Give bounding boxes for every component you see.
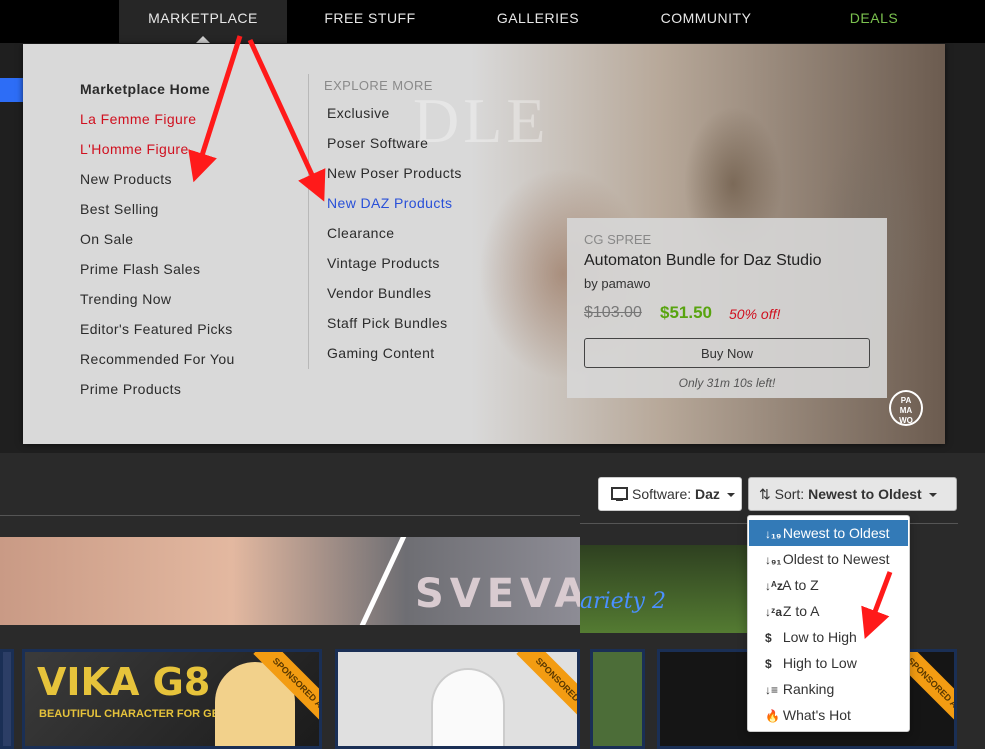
buy-now-button[interactable]: Buy Now (584, 338, 870, 368)
nav-deals-label: DEALS (849, 10, 899, 26)
sort-option-label: Oldest to Newest (782, 551, 890, 567)
menu-link-on-sale[interactable]: On Sale (80, 224, 235, 254)
menu-link-new-daz-products[interactable]: New DAZ Products (327, 188, 462, 218)
vendor-logo: PA MA WO (889, 390, 923, 426)
sort-alpha-asc-icon: ↓ᴬz (765, 579, 783, 593)
monitor-icon (611, 487, 628, 501)
menu-link-marketplace-home[interactable]: Marketplace Home (80, 74, 235, 104)
fire-icon: 🔥 (765, 709, 780, 723)
menu-link-poser-software[interactable]: Poser Software (327, 128, 462, 158)
sort-arrows-icon: ⇅ (759, 486, 771, 502)
menu-link-prime-products[interactable]: Prime Products (80, 374, 235, 404)
software-filter-button[interactable]: Software: Daz (598, 477, 742, 511)
menu-link-exclusive[interactable]: Exclusive (327, 98, 462, 128)
nav-community[interactable]: COMMUNITY (641, 0, 771, 43)
marketplace-mega-menu: DLE Marketplace Home La Femme Figure L'H… (23, 44, 945, 444)
dollar-icon: $ (765, 657, 772, 671)
menu-link-prime-flash-sales[interactable]: Prime Flash Sales (80, 254, 235, 284)
banner-title-variety: ariety 2 (580, 589, 666, 614)
menu-link-trending-now[interactable]: Trending Now (80, 284, 235, 314)
sort-option-z-to-a[interactable]: ↓ᶻa Z to A (748, 598, 909, 624)
menu-link-best-selling[interactable]: Best Selling (80, 194, 235, 224)
nav-marketplace[interactable]: MARKETPLACE (119, 0, 287, 43)
software-filter-value: Daz (695, 486, 720, 502)
sort-dropdown-menu: ↓₁₉ Newest to Oldest ↓₉₁ Oldest to Newes… (747, 515, 910, 732)
listing-divider (0, 515, 580, 516)
sort-option-label: Newest to Oldest (782, 525, 890, 541)
chevron-down-icon (726, 493, 735, 498)
deal-old-price: $103.00 (584, 304, 642, 321)
top-nav: MARKETPLACE FREE STUFF GALLERIES COMMUNI… (0, 0, 985, 43)
explore-more-heading: EXPLORE MORE (324, 78, 433, 93)
deal-title[interactable]: Automaton Bundle for Daz Studio (584, 252, 821, 270)
deal-timer: Only 31m 10s left! (678, 376, 776, 390)
menu-link-new-poser-products[interactable]: New Poser Products (327, 158, 462, 188)
sort-option-label: A to Z (782, 577, 819, 593)
deal-new-price: $51.50 (660, 303, 712, 322)
nav-active-caret (196, 36, 210, 43)
product-banner-sveva[interactable]: SVEVA (0, 537, 580, 625)
sort-numeric-asc-icon: ↓₁₉ (765, 527, 782, 541)
product-thumbnail (433, 670, 503, 746)
product-card-partial[interactable] (590, 649, 645, 749)
banner-slash (356, 537, 409, 625)
sort-value: Newest to Oldest (808, 486, 922, 502)
product-card-vika[interactable]: VIKA G8 BEAUTIFUL CHARACTER FOR GENESIS … (22, 649, 322, 749)
menu-link-editors-featured-picks[interactable]: Editor's Featured Picks (80, 314, 235, 344)
explore-more-column: EXPLORE MORE Exclusive Poser Software Ne… (324, 74, 462, 368)
menu-link-vendor-bundles[interactable]: Vendor Bundles (327, 278, 462, 308)
dollar-icon: $ (765, 631, 772, 645)
deal-vendor: by pamawo (584, 276, 651, 291)
sort-option-high-to-low[interactable]: $ High to Low (748, 650, 909, 676)
banner-title-sveva: SVEVA (415, 571, 580, 617)
software-filter-label: Software: (632, 486, 692, 502)
sort-option-label: Ranking (782, 681, 835, 697)
sort-option-oldest-to-newest[interactable]: ↓₉₁ Oldest to Newest (748, 546, 909, 572)
sort-option-label: Z to A (782, 603, 820, 619)
promo-deal-card: CG SPREE Automaton Bundle for Daz Studio… (567, 218, 887, 398)
menu-link-new-products[interactable]: New Products (80, 164, 235, 194)
sponsored-ad-ribbon: SPONSORED AD (516, 652, 577, 732)
nav-free-stuff[interactable]: FREE STUFF (305, 0, 435, 43)
product-card-outfit[interactable]: SPONSORED AD (335, 649, 580, 749)
deal-category: CG SPREE (584, 232, 652, 247)
menu-link-gaming-content[interactable]: Gaming Content (327, 338, 462, 368)
menu-link-la-femme-figure[interactable]: La Femme Figure (80, 104, 235, 134)
product-card-title: VIKA G8 (37, 660, 211, 704)
menu-link-vintage-products[interactable]: Vintage Products (327, 248, 462, 278)
nav-free-stuff-label: FREE STUFF (324, 10, 416, 26)
sort-numeric-desc-icon: ↓₉₁ (765, 553, 782, 567)
carousel-marker (0, 78, 32, 102)
sort-label: Sort: (774, 486, 805, 502)
sort-option-label: High to Low (782, 655, 857, 671)
menu-link-clearance[interactable]: Clearance (327, 218, 462, 248)
sort-option-newest-to-oldest[interactable]: ↓₁₉ Newest to Oldest (749, 520, 908, 546)
nav-galleries-label: GALLERIES (496, 10, 580, 26)
sort-option-ranking[interactable]: ↓≡ Ranking (748, 676, 909, 702)
menu-link-recommended-for-you[interactable]: Recommended For You (80, 344, 235, 374)
nav-galleries[interactable]: GALLERIES (473, 0, 603, 43)
nav-community-label: COMMUNITY (660, 10, 752, 26)
product-card-edge[interactable] (0, 649, 14, 749)
nav-marketplace-label: MARKETPLACE (148, 10, 258, 26)
menu-column-divider (308, 74, 309, 369)
sort-option-whats-hot[interactable]: 🔥 What's Hot (748, 702, 909, 728)
ranking-icon: ↓≡ (765, 683, 779, 697)
chevron-down-icon (928, 493, 937, 498)
product-banner-variety[interactable]: ariety 2 (580, 545, 755, 633)
menu-link-staff-pick-bundles[interactable]: Staff Pick Bundles (327, 308, 462, 338)
marketplace-links-column: Marketplace Home La Femme Figure L'Homme… (80, 74, 235, 404)
sort-option-label: Low to High (782, 629, 857, 645)
sort-option-low-to-high[interactable]: $ Low to High (748, 624, 909, 650)
sort-alpha-desc-icon: ↓ᶻa (765, 605, 783, 619)
sort-option-a-to-z[interactable]: ↓ᴬz A to Z (748, 572, 909, 598)
sort-button[interactable]: ⇅ Sort: Newest to Oldest (748, 477, 957, 511)
sort-option-label: What's Hot (782, 707, 851, 723)
nav-deals[interactable]: DEALS (809, 0, 939, 43)
menu-link-lhomme-figure[interactable]: L'Homme Figure (80, 134, 235, 164)
deal-discount: 50% off! (729, 306, 781, 322)
